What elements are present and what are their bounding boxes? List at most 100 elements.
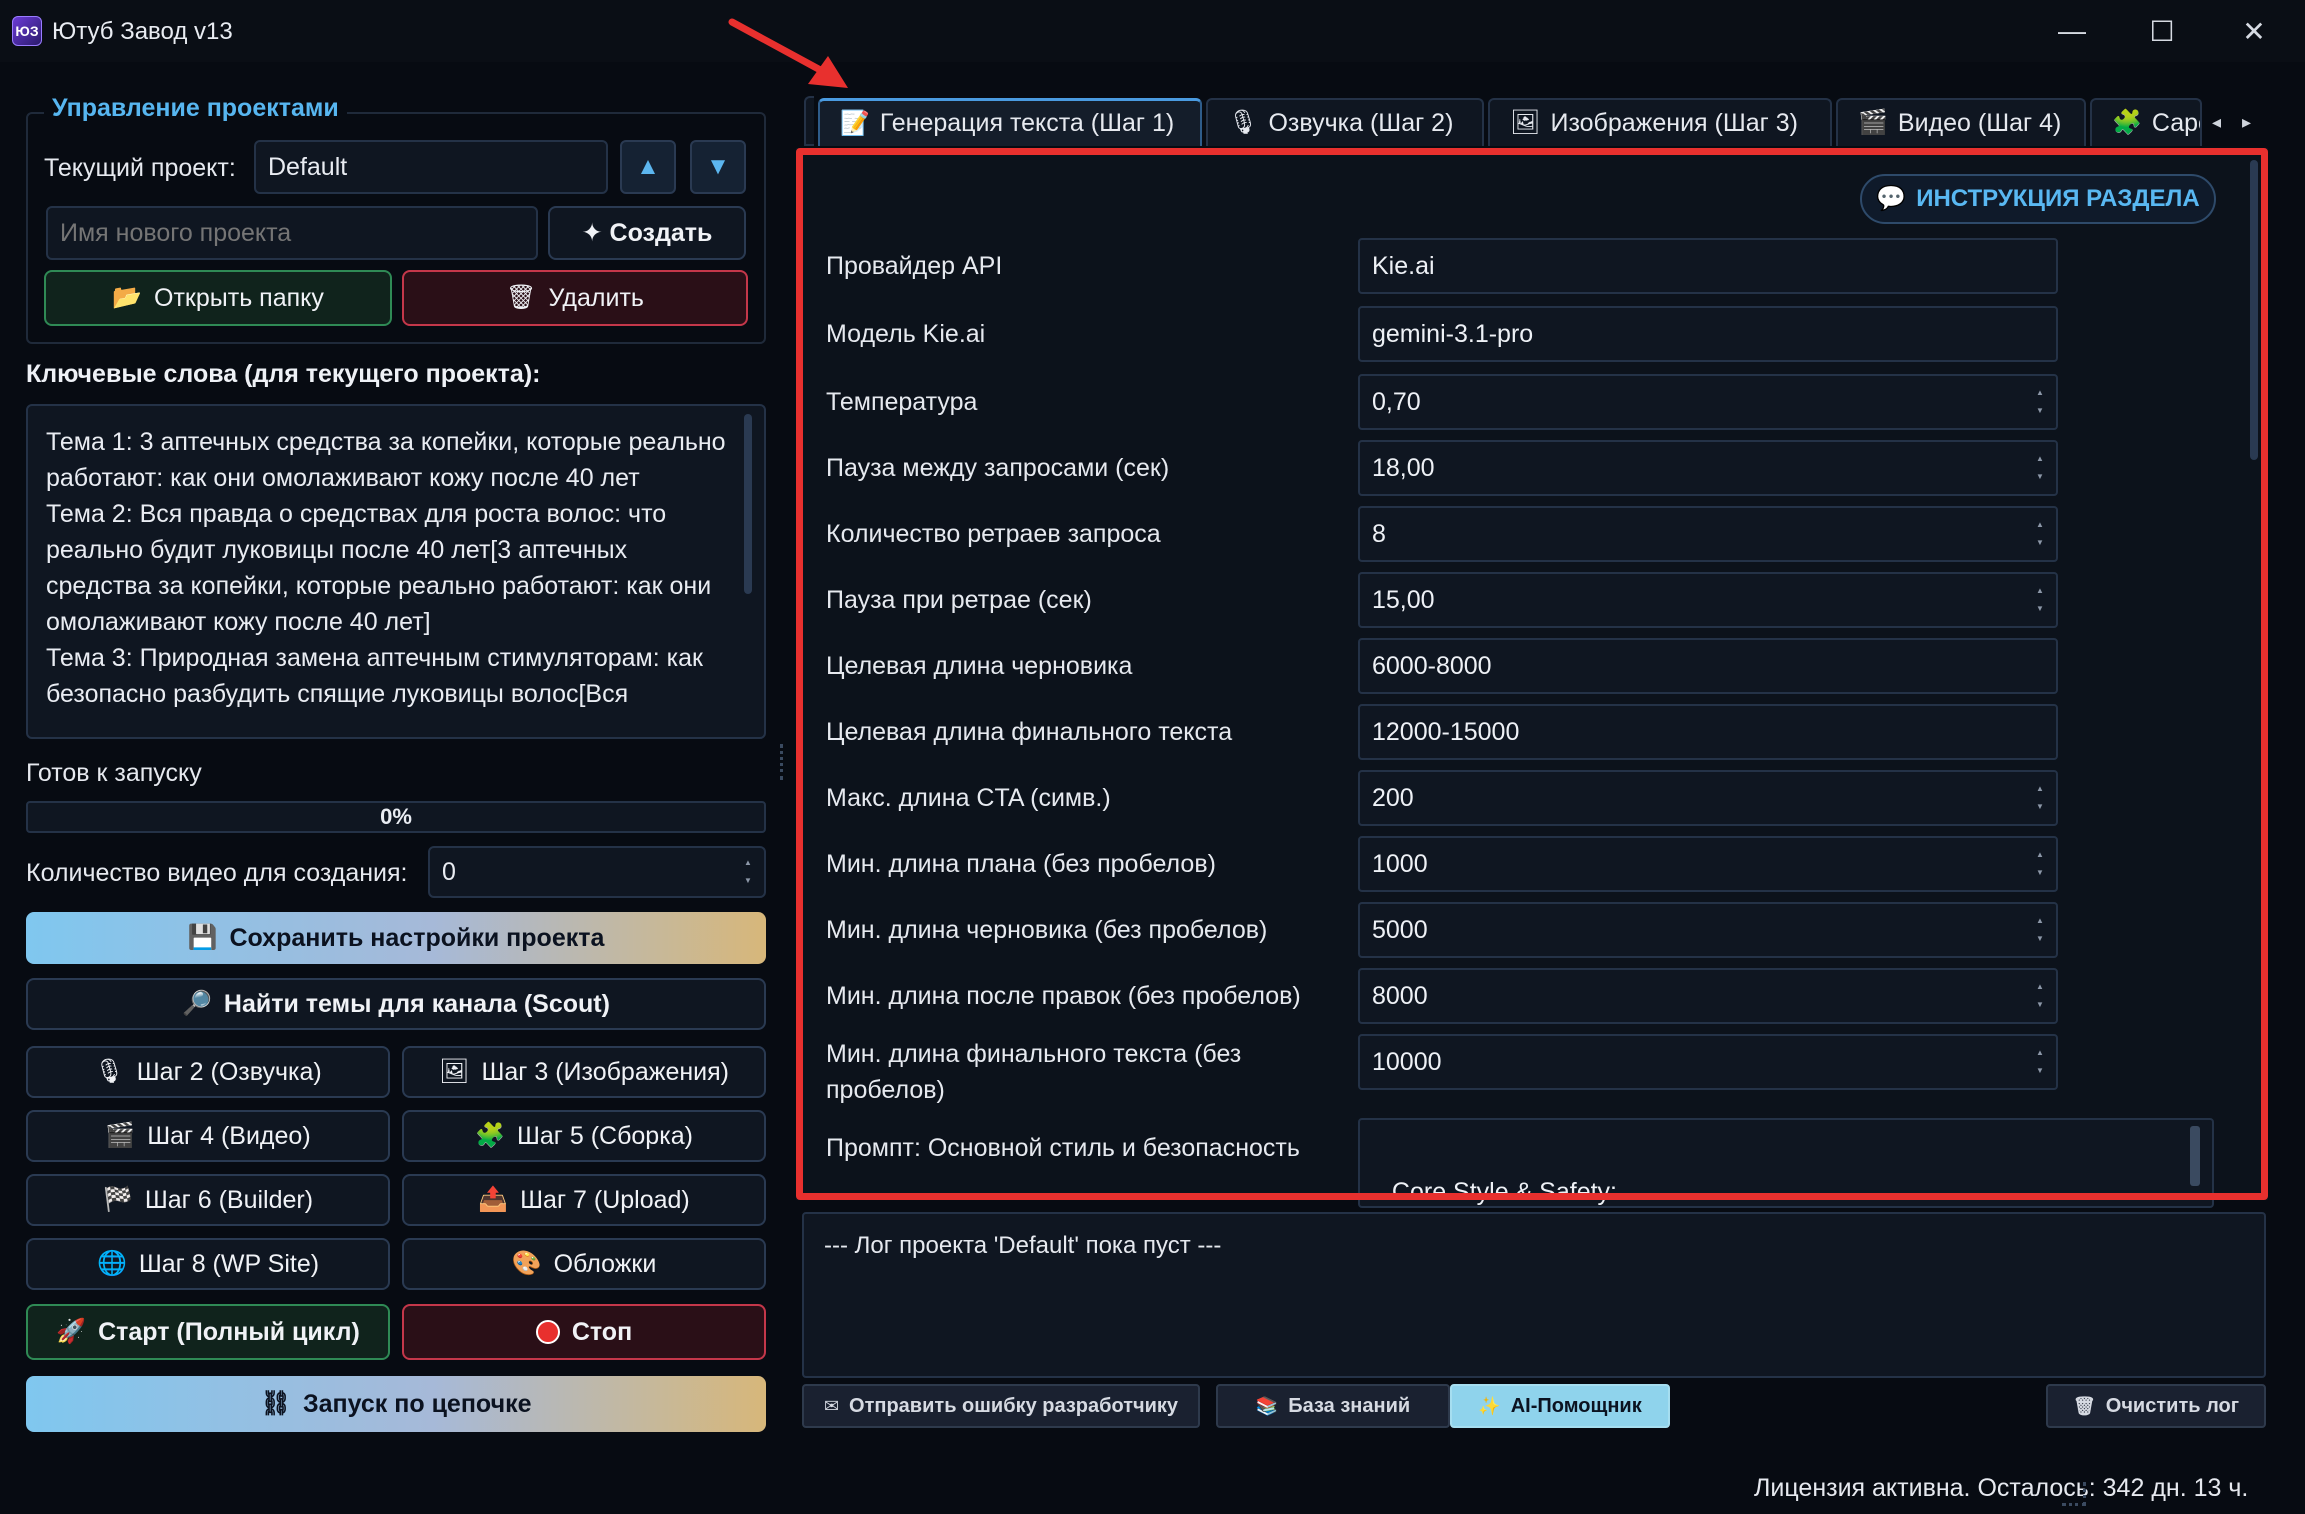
keywords-scrollbar[interactable] [744, 414, 752, 594]
tab-text-generation[interactable]: 📝 Генерация текста (Шаг 1) [818, 98, 1202, 146]
step3-button[interactable]: 🖼 Шаг 3 (Изображения) [402, 1046, 766, 1098]
move-up-button[interactable]: ▲ [620, 140, 676, 194]
covers-button[interactable]: 🎨 Обложки [402, 1238, 766, 1290]
splitter-handle[interactable] [780, 744, 786, 780]
ready-status-label: Готов к запуску [26, 759, 202, 787]
chain-icon: ⛓ [260, 1390, 291, 1417]
annotation-arrow-icon [728, 18, 848, 88]
step7-button[interactable]: 📤 Шаг 7 (Upload) [402, 1174, 766, 1226]
current-project-value: Default [268, 152, 348, 181]
picture-icon: 🖼 [439, 1058, 470, 1085]
step4-button[interactable]: 🎬 Шаг 4 (Видео) [26, 1110, 390, 1162]
knowledge-base-button[interactable]: 📚 База знаний [1216, 1384, 1450, 1428]
sparkles-icon: ✨ [1478, 1396, 1501, 1416]
step8-button[interactable]: 🌐 Шаг 8 (WP Site) [26, 1238, 390, 1290]
folder-icon: 📂 [112, 284, 143, 311]
window-title: Ютуб Завод v13 [52, 18, 233, 45]
globe-icon: 🌐 [96, 1250, 127, 1277]
project-group-title: Управление проектами [44, 94, 347, 123]
books-icon: 📚 [1255, 1396, 1279, 1416]
clapperboard-icon: 🎬 [105, 1122, 136, 1149]
checkered-flag-icon: 🏁 [102, 1186, 133, 1213]
clapperboard-icon: 🎬 [1858, 109, 1888, 136]
app-icon: ЮЗ [12, 16, 42, 46]
keywords-text: Тема 1: 3 аптечных средства за копейки, … [46, 428, 726, 708]
palette-icon: 🎨 [511, 1250, 542, 1277]
step6-button[interactable]: 🏁 Шаг 6 (Builder) [26, 1174, 390, 1226]
create-project-button[interactable]: ✦ Создать [548, 206, 746, 260]
resize-grip[interactable] [2062, 1482, 2086, 1506]
knowledge-base-label: База знаний [1288, 1394, 1411, 1417]
license-status: Лицензия активна. Осталось: 342 дн. 13 ч… [1754, 1474, 2249, 1502]
save-settings-label: Сохранить настройки проекта [229, 923, 605, 952]
close-button[interactable]: ✕ [2224, 10, 2284, 52]
step5-label: Шаг 5 (Сборка) [516, 1121, 693, 1150]
rocket-icon: 🚀 [56, 1318, 87, 1345]
step2-label: Шаг 2 (Озвучка) [136, 1057, 322, 1086]
tab-voiceover[interactable]: 🎙 Озвучка (Шаг 2) [1206, 98, 1484, 146]
step5-button[interactable]: 🧩 Шаг 5 (Сборка) [402, 1110, 766, 1162]
spinbox-arrows-icon[interactable]: ▲ ▼ [744, 848, 758, 896]
tab-scroll-left-icon[interactable]: ◂ [2212, 112, 2221, 133]
send-error-label: Отправить ошибку разработчику [849, 1394, 1179, 1417]
tab-images[interactable]: 🖼 Изображения (Шаг 3) [1488, 98, 1832, 146]
progress-text: 0% [380, 804, 412, 829]
ai-helper-label: AI-Помощник [1510, 1394, 1642, 1417]
tab-video[interactable]: 🎬 Видео (Шаг 4) [1836, 98, 2086, 146]
stop-button[interactable]: Стоп [402, 1304, 766, 1360]
step6-label: Шаг 6 (Builder) [144, 1185, 314, 1214]
red-circle-icon [535, 1320, 560, 1344]
clear-log-label: Очистить лог [2105, 1394, 2240, 1417]
current-project-label: Текущий проект: [44, 154, 236, 182]
covers-label: Обложки [553, 1249, 657, 1278]
memo-icon: 📝 [840, 109, 870, 137]
annotation-highlight-box [796, 148, 2268, 1200]
send-error-button[interactable]: ✉ Отправить ошибку разработчику [802, 1384, 1200, 1428]
stop-label: Стоп [571, 1317, 633, 1346]
keywords-title: Ключевые слова (для текущего проекта): [26, 360, 541, 388]
microphone-icon: 🎙 [94, 1058, 125, 1085]
ai-helper-button[interactable]: ✨ AI-Помощник [1450, 1384, 1670, 1428]
tab-label: Видео (Шаг 4) [1897, 108, 2062, 137]
keywords-textarea[interactable]: Тема 1: 3 аптечных средства за копейки, … [26, 404, 766, 739]
tab-edge [804, 96, 814, 146]
maximize-button[interactable]: ☐ [2132, 10, 2192, 52]
save-settings-button[interactable]: 💾 Сохранить настройки проекта [26, 912, 766, 964]
clear-log-button[interactable]: 🗑 Очистить лог [2046, 1384, 2266, 1428]
delete-project-button[interactable]: 🗑 Удалить [402, 270, 748, 326]
trash-icon: 🗑 [506, 284, 537, 311]
video-count-value: 0 [442, 857, 456, 886]
tab-label: Озвучка (Шаг 2) [1268, 108, 1454, 137]
start-full-cycle-button[interactable]: 🚀 Старт (Полный цикл) [26, 1304, 390, 1360]
envelope-icon: ✉ [823, 1396, 840, 1416]
open-folder-label: Открыть папку [154, 283, 324, 312]
tab-label: Изображения (Шаг 3) [1550, 108, 1798, 137]
video-count-spinbox[interactable]: 0 ▲ ▼ [428, 846, 766, 898]
chain-run-button[interactable]: ⛓ Запуск по цепочке [26, 1376, 766, 1432]
step7-label: Шаг 7 (Upload) [520, 1185, 690, 1214]
move-down-button[interactable]: ▼ [690, 140, 746, 194]
title-bar [0, 0, 2305, 62]
step2-button[interactable]: 🎙 Шаг 2 (Озвучка) [26, 1046, 390, 1098]
floppy-disk-icon: 💾 [187, 924, 218, 951]
tab-scroll-right-icon[interactable]: ▸ [2242, 112, 2251, 133]
puzzle-icon: 🧩 [475, 1122, 505, 1149]
microphone-icon: 🎙 [1228, 109, 1259, 136]
log-text: --- Лог проекта 'Default' пока пуст --- [824, 1232, 1222, 1259]
progress-bar: 0% [26, 801, 766, 833]
find-topics-button[interactable]: 🔎 Найти темы для канала (Scout) [26, 978, 766, 1030]
delete-label: Удалить [548, 283, 644, 312]
puzzle-icon: 🧩 [2112, 109, 2142, 136]
step8-label: Шаг 8 (WP Site) [138, 1249, 320, 1278]
trash-icon: 🗑 [2072, 1396, 2096, 1416]
tab-assembly[interactable]: 🧩 Сарс [2090, 98, 2202, 146]
new-project-name-input[interactable] [46, 206, 538, 260]
open-folder-button[interactable]: 📂 Открыть папку [44, 270, 392, 326]
video-count-label: Количество видео для создания: [26, 859, 408, 887]
picture-icon: 🖼 [1510, 109, 1541, 136]
minimize-button[interactable]: — [2042, 10, 2102, 52]
chain-label: Запуск по цепочке [302, 1389, 532, 1418]
tab-label: Сарс [2151, 108, 2200, 137]
current-project-select[interactable]: Default [254, 140, 608, 194]
tab-label: Генерация текста (Шаг 1) [879, 109, 1175, 137]
